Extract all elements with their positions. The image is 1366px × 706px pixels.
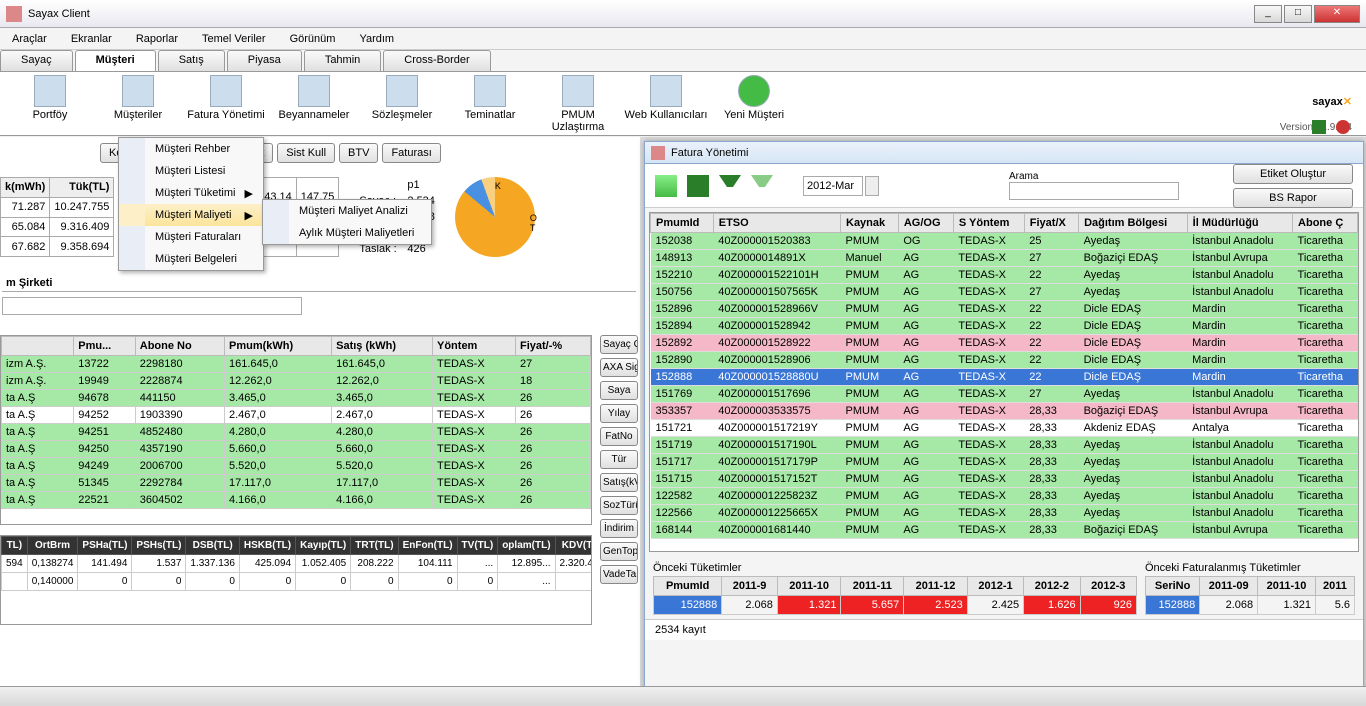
ribbon-icon: [210, 75, 242, 107]
ribbon-icon: [650, 75, 682, 107]
menu-item[interactable]: Müşteri Tüketimi▶: [119, 182, 263, 204]
pie-chart: KOT: [455, 177, 535, 257]
vertical-tools: Sayaç Ç AXA Sig Saya Yılay FatNo Tür Satış(kV S…: [600, 335, 638, 588]
record-count: 2534 kayıt: [645, 619, 1363, 640]
vtool[interactable]: Satış(kV: [600, 473, 638, 492]
app-icon: [6, 6, 22, 22]
mini-table-left: k(mWh)Tük(TL)71.28710.247.75565.0849.316…: [0, 177, 114, 257]
tab-Tahmin[interactable]: Tahmin: [304, 50, 381, 71]
tab-Cross-Border[interactable]: Cross-Border: [383, 50, 490, 71]
submenu: Müşteri Maliyet AnaliziAylık Müşteri Mal…: [262, 199, 432, 245]
ribbon-icon: [474, 75, 506, 107]
tab-Satış[interactable]: Satış: [158, 50, 225, 71]
search-label: Arama: [1009, 171, 1179, 182]
export-excel-icon[interactable]: [1312, 120, 1326, 134]
left-panel: KomFon KontTük KontSist KullBTVFaturası …: [0, 137, 640, 697]
ribbon-icon: [738, 75, 770, 107]
workspace: KomFon KontTük KontSist KullBTVFaturası …: [0, 137, 1366, 697]
ribbon-PMUM Uzlaştırma[interactable]: PMUM Uzlaştırma: [534, 75, 622, 133]
btn-Faturası[interactable]: Faturası: [382, 143, 440, 163]
tab-Sayaç[interactable]: Sayaç: [0, 50, 73, 71]
vtool[interactable]: SozTürü: [600, 496, 638, 515]
vtool[interactable]: AXA Sig: [600, 358, 638, 377]
window-icon: [651, 146, 665, 160]
prev-invoiced-table: Önceki Faturalanmış Tüketimler SeriNo201…: [1145, 560, 1355, 615]
window-title: Sayax Client: [28, 8, 1254, 20]
vtool[interactable]: Sayaç Ç: [600, 335, 638, 354]
minimize-button[interactable]: _: [1254, 5, 1282, 23]
ribbon-Portföy[interactable]: Portföy: [6, 75, 94, 133]
tab-Müşteri[interactable]: Müşteri: [75, 50, 156, 71]
vtool[interactable]: Tür: [600, 450, 638, 469]
ribbon-Teminatlar[interactable]: Teminatlar: [446, 75, 534, 133]
vtool[interactable]: Saya: [600, 381, 638, 400]
btn-Sist Kull[interactable]: Sist Kull: [277, 143, 335, 163]
menu-item[interactable]: Müşteri Maliyeti▶: [119, 204, 263, 226]
toolbar-buttons: KomFon KontTük KontSist KullBTVFaturası: [0, 137, 640, 169]
close-button[interactable]: ✕: [1314, 5, 1360, 23]
menubar: AraçlarEkranlarRaporlarTemel VerilerGörü…: [0, 28, 1366, 50]
invoice-toolbar: Arama Etiket Oluştur BS Rapor: [645, 164, 1363, 208]
vtool[interactable]: Yılay: [600, 404, 638, 423]
search-input[interactable]: [2, 297, 302, 315]
ribbon-tabs: SayaçMüşteriSatışPiyasaTahminCross-Borde…: [0, 50, 1366, 72]
ribbon-icon: [386, 75, 418, 107]
section-header: m Şirketi: [2, 275, 636, 292]
invoice-window: Fatura Yönetimi Arama Etiket Oluştur BS …: [644, 141, 1364, 691]
menu-item[interactable]: Müşteri Rehber: [119, 138, 263, 160]
ribbon-icon: [34, 75, 66, 107]
ribbon-Yeni Müşteri[interactable]: Yeni Müşteri: [710, 75, 798, 133]
vtool[interactable]: VadeTa: [600, 565, 638, 584]
prev-consumption-table: Önceki Tüketimler PmumId2011-92011-10201…: [653, 560, 1137, 615]
menu-item[interactable]: Müşteri Faturaları: [119, 226, 263, 248]
ribbon-Beyannameler[interactable]: Beyannameler: [270, 75, 358, 133]
tab-Piyasa[interactable]: Piyasa: [227, 50, 302, 71]
ribbon-Fatura Yönetimi[interactable]: Fatura Yönetimi: [182, 75, 270, 133]
down-light-icon[interactable]: [751, 175, 773, 197]
ribbon-Web Kullanıcıları[interactable]: Web Kullanıcıları: [622, 75, 710, 133]
menu-Görünüm[interactable]: Görünüm: [278, 30, 348, 48]
ribbon-icon: [122, 75, 154, 107]
ribbon-Müşteriler[interactable]: Müşteriler: [94, 75, 182, 133]
ribbon-icon: [562, 75, 594, 107]
menu-item[interactable]: Müşteri Listesi: [119, 160, 263, 182]
cost-grid[interactable]: TL)OrtBrmPSHa(TL)PSHs(TL)DSB(TL)HSKB(TL)…: [0, 535, 592, 625]
ribbon-Sözleşmeler[interactable]: Sözleşmeler: [358, 75, 446, 133]
btn-BTV[interactable]: BTV: [339, 143, 378, 163]
submenu-item[interactable]: Aylık Müşteri Maliyetleri: [263, 222, 431, 244]
date-input[interactable]: [803, 176, 863, 196]
dropdown-menu: Müşteri RehberMüşteri ListesiMüşteri Tük…: [118, 137, 264, 271]
search-field[interactable]: [1009, 182, 1179, 200]
menu-item[interactable]: Müşteri Belgeleri: [119, 248, 263, 270]
menu-Ekranlar[interactable]: Ekranlar: [59, 30, 124, 48]
logo: sayax✕: [1312, 80, 1352, 112]
submenu-item[interactable]: Müşteri Maliyet Analizi: [263, 200, 431, 222]
ribbon-icon: [298, 75, 330, 107]
down-dark-icon[interactable]: [719, 175, 741, 197]
run-icon[interactable]: [655, 175, 677, 197]
vtool[interactable]: İndirim: [600, 519, 638, 538]
ribbon: PortföyMüşterilerFatura YönetimiBeyannam…: [0, 72, 1366, 136]
vtool[interactable]: GenTop: [600, 542, 638, 561]
maximize-button[interactable]: □: [1284, 5, 1312, 23]
menu-Yardım[interactable]: Yardım: [347, 30, 406, 48]
titlebar: Sayax Client _ □ ✕: [0, 0, 1366, 28]
bs-report-button[interactable]: BS Rapor: [1233, 188, 1353, 208]
menu-Temel Veriler[interactable]: Temel Veriler: [190, 30, 278, 48]
status-dot-icon[interactable]: [1336, 120, 1350, 134]
vtool[interactable]: FatNo: [600, 427, 638, 446]
menu-Raporlar[interactable]: Raporlar: [124, 30, 190, 48]
create-label-button[interactable]: Etiket Oluştur: [1233, 164, 1353, 184]
excel-icon[interactable]: [687, 175, 709, 197]
invoice-window-titlebar[interactable]: Fatura Yönetimi: [645, 142, 1363, 164]
statusbar: [0, 686, 1366, 706]
invoice-window-title: Fatura Yönetimi: [671, 147, 748, 159]
invoice-grid[interactable]: PmumIdETSOKaynakAG/OGS YöntemFiyat/XDağı…: [649, 212, 1359, 552]
date-spinner[interactable]: [865, 176, 879, 196]
menu-Araçlar[interactable]: Araçlar: [0, 30, 59, 48]
customer-grid[interactable]: Pmu...Abone NoPmum(kWh)Satış (kWh)Yöntem…: [0, 335, 592, 525]
